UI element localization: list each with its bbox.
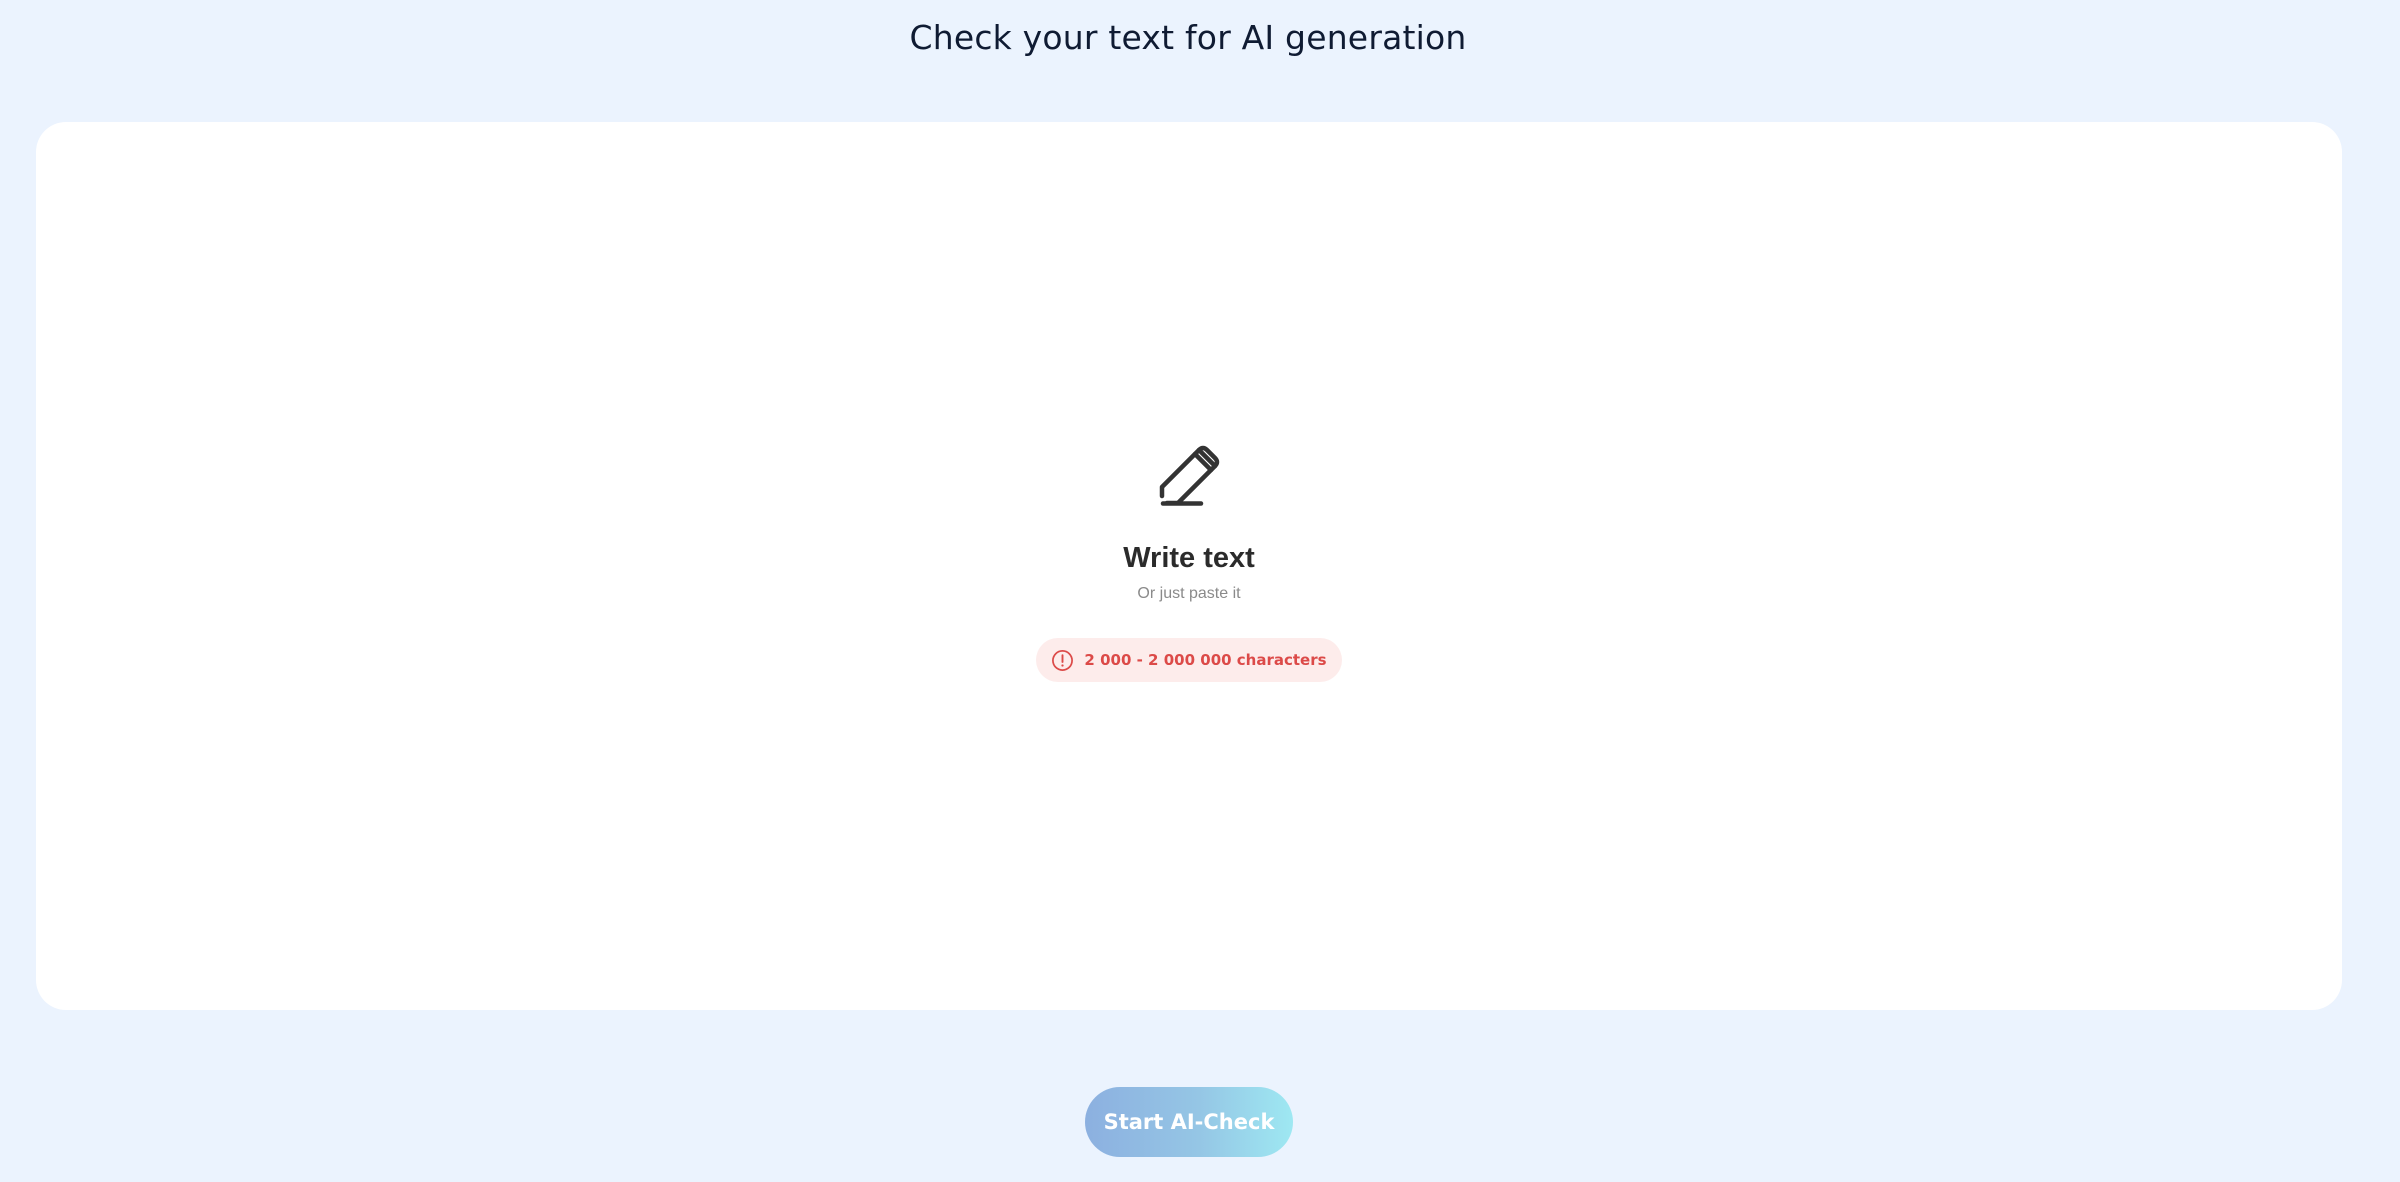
character-limit-text: 2 000 - 2 000 000 characters [1084, 651, 1327, 669]
paste-hint: Or just paste it [1137, 585, 1241, 602]
text-input-area[interactable]: Write text Or just paste it 2 000 - 2 00… [36, 122, 2342, 1010]
character-limit-badge: 2 000 - 2 000 000 characters [1036, 638, 1342, 682]
empty-state: Write text Or just paste it 2 000 - 2 00… [36, 122, 2342, 1010]
alert-circle-icon [1052, 649, 1074, 671]
write-text-title: Write text [1123, 542, 1255, 574]
start-ai-check-button[interactable]: Start AI-Check [1085, 1087, 1293, 1157]
page-title: Check your text for AI generation [909, 18, 1467, 57]
pencil-icon [1159, 445, 1220, 506]
